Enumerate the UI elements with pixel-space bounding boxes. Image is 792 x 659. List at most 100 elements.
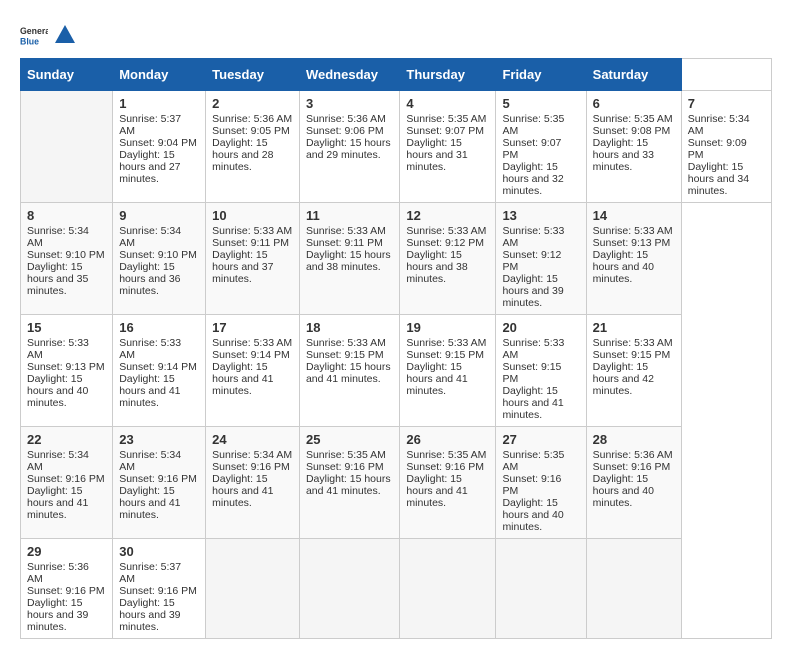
sunset-label: Sunset: 9:12 PM: [406, 237, 484, 249]
day-number: 21: [593, 320, 675, 335]
daylight-label: Daylight: 15 hours and 40 minutes.: [593, 249, 654, 285]
daylight-label: Daylight: 15 hours and 40 minutes.: [593, 473, 654, 509]
sunrise-label: Sunrise: 5:36 AM: [306, 113, 386, 125]
daylight-label: Daylight: 15 hours and 34 minutes.: [688, 161, 749, 197]
calendar-cell: 17 Sunrise: 5:33 AM Sunset: 9:14 PM Dayl…: [206, 315, 300, 427]
calendar-cell: 9 Sunrise: 5:34 AM Sunset: 9:10 PM Dayli…: [113, 203, 206, 315]
sunrise-label: Sunrise: 5:33 AM: [502, 337, 564, 361]
calendar-cell: 4 Sunrise: 5:35 AM Sunset: 9:07 PM Dayli…: [400, 91, 496, 203]
daylight-label: Daylight: 15 hours and 39 minutes.: [27, 597, 88, 633]
sunset-label: Sunset: 9:15 PM: [502, 361, 561, 385]
sunrise-label: Sunrise: 5:33 AM: [212, 337, 292, 349]
calendar-cell: [496, 539, 586, 639]
sunrise-label: Sunrise: 5:33 AM: [593, 225, 673, 237]
daylight-label: Daylight: 15 hours and 27 minutes.: [119, 149, 180, 185]
sunrise-label: Sunrise: 5:33 AM: [212, 225, 292, 237]
sunrise-label: Sunrise: 5:33 AM: [502, 225, 564, 249]
day-number: 12: [406, 208, 489, 223]
calendar-cell: 19 Sunrise: 5:33 AM Sunset: 9:15 PM Dayl…: [400, 315, 496, 427]
sunrise-label: Sunrise: 5:37 AM: [119, 113, 181, 137]
daylight-label: Daylight: 15 hours and 33 minutes.: [593, 137, 654, 173]
day-number: 6: [593, 96, 675, 111]
sunset-label: Sunset: 9:16 PM: [306, 461, 384, 473]
calendar-cell: 7 Sunrise: 5:34 AM Sunset: 9:09 PM Dayli…: [681, 91, 771, 203]
sunset-label: Sunset: 9:12 PM: [502, 249, 561, 273]
daylight-label: Daylight: 15 hours and 41 minutes.: [406, 473, 467, 509]
calendar-cell: 20 Sunrise: 5:33 AM Sunset: 9:15 PM Dayl…: [496, 315, 586, 427]
calendar-cell: 27 Sunrise: 5:35 AM Sunset: 9:16 PM Dayl…: [496, 427, 586, 539]
sunrise-label: Sunrise: 5:33 AM: [593, 337, 673, 349]
sunrise-label: Sunrise: 5:34 AM: [688, 113, 750, 137]
sunset-label: Sunset: 9:16 PM: [27, 473, 105, 485]
sunset-label: Sunset: 9:16 PM: [502, 473, 561, 497]
header-monday: Monday: [113, 59, 206, 91]
sunrise-label: Sunrise: 5:35 AM: [593, 113, 673, 125]
sunrise-label: Sunrise: 5:36 AM: [593, 449, 673, 461]
sunset-label: Sunset: 9:14 PM: [212, 349, 290, 361]
calendar-cell: [21, 91, 113, 203]
daylight-label: Daylight: 15 hours and 41 minutes.: [119, 485, 180, 521]
header-wednesday: Wednesday: [299, 59, 399, 91]
calendar-cell: 26 Sunrise: 5:35 AM Sunset: 9:16 PM Dayl…: [400, 427, 496, 539]
sunrise-label: Sunrise: 5:34 AM: [119, 225, 181, 249]
sunset-label: Sunset: 9:11 PM: [306, 237, 383, 249]
sunrise-label: Sunrise: 5:35 AM: [406, 113, 486, 125]
sunrise-label: Sunrise: 5:35 AM: [502, 449, 564, 473]
day-number: 5: [502, 96, 579, 111]
calendar-cell: [400, 539, 496, 639]
calendar-header-row: SundayMondayTuesdayWednesdayThursdayFrid…: [21, 59, 772, 91]
calendar-cell: 15 Sunrise: 5:33 AM Sunset: 9:13 PM Dayl…: [21, 315, 113, 427]
daylight-label: Daylight: 15 hours and 42 minutes.: [593, 361, 654, 397]
sunset-label: Sunset: 9:16 PM: [27, 585, 105, 597]
logo: General Blue: [20, 20, 76, 48]
calendar-cell: 16 Sunrise: 5:33 AM Sunset: 9:14 PM Dayl…: [113, 315, 206, 427]
sunset-label: Sunset: 9:10 PM: [27, 249, 105, 261]
day-number: 1: [119, 96, 199, 111]
sunset-label: Sunset: 9:10 PM: [119, 249, 197, 261]
day-number: 14: [593, 208, 675, 223]
sunrise-label: Sunrise: 5:35 AM: [406, 449, 486, 461]
sunrise-label: Sunrise: 5:35 AM: [306, 449, 386, 461]
day-number: 3: [306, 96, 393, 111]
calendar-cell: 3 Sunrise: 5:36 AM Sunset: 9:06 PM Dayli…: [299, 91, 399, 203]
calendar-cell: 25 Sunrise: 5:35 AM Sunset: 9:16 PM Dayl…: [299, 427, 399, 539]
daylight-label: Daylight: 15 hours and 29 minutes.: [306, 137, 391, 161]
sunrise-label: Sunrise: 5:33 AM: [119, 337, 181, 361]
header-saturday: Saturday: [586, 59, 681, 91]
day-number: 4: [406, 96, 489, 111]
day-number: 2: [212, 96, 293, 111]
calendar-cell: 28 Sunrise: 5:36 AM Sunset: 9:16 PM Dayl…: [586, 427, 681, 539]
calendar-week-row: 15 Sunrise: 5:33 AM Sunset: 9:13 PM Dayl…: [21, 315, 772, 427]
day-number: 24: [212, 432, 293, 447]
sunset-label: Sunset: 9:06 PM: [306, 125, 384, 137]
calendar-cell: 30 Sunrise: 5:37 AM Sunset: 9:16 PM Dayl…: [113, 539, 206, 639]
calendar-cell: 22 Sunrise: 5:34 AM Sunset: 9:16 PM Dayl…: [21, 427, 113, 539]
day-number: 17: [212, 320, 293, 335]
daylight-label: Daylight: 15 hours and 41 minutes.: [27, 485, 88, 521]
calendar-week-row: 22 Sunrise: 5:34 AM Sunset: 9:16 PM Dayl…: [21, 427, 772, 539]
calendar-cell: 8 Sunrise: 5:34 AM Sunset: 9:10 PM Dayli…: [21, 203, 113, 315]
day-number: 19: [406, 320, 489, 335]
daylight-label: Daylight: 15 hours and 41 minutes.: [212, 473, 273, 509]
header-sunday: Sunday: [21, 59, 113, 91]
sunrise-label: Sunrise: 5:35 AM: [502, 113, 564, 137]
day-number: 23: [119, 432, 199, 447]
calendar-cell: 14 Sunrise: 5:33 AM Sunset: 9:13 PM Dayl…: [586, 203, 681, 315]
sunrise-label: Sunrise: 5:34 AM: [27, 449, 89, 473]
sunrise-label: Sunrise: 5:36 AM: [27, 561, 89, 585]
daylight-label: Daylight: 15 hours and 38 minutes.: [406, 249, 467, 285]
calendar-cell: [586, 539, 681, 639]
day-number: 16: [119, 320, 199, 335]
sunset-label: Sunset: 9:15 PM: [406, 349, 484, 361]
sunset-label: Sunset: 9:15 PM: [593, 349, 671, 361]
calendar-cell: 24 Sunrise: 5:34 AM Sunset: 9:16 PM Dayl…: [206, 427, 300, 539]
header-friday: Friday: [496, 59, 586, 91]
svg-text:General: General: [20, 26, 48, 36]
logo-triangle-icon: [54, 23, 76, 45]
sunrise-label: Sunrise: 5:33 AM: [406, 337, 486, 349]
daylight-label: Daylight: 15 hours and 40 minutes.: [502, 497, 563, 533]
sunset-label: Sunset: 9:13 PM: [27, 361, 105, 373]
daylight-label: Daylight: 15 hours and 38 minutes.: [306, 249, 391, 273]
sunrise-label: Sunrise: 5:33 AM: [306, 337, 386, 349]
calendar-cell: 5 Sunrise: 5:35 AM Sunset: 9:07 PM Dayli…: [496, 91, 586, 203]
